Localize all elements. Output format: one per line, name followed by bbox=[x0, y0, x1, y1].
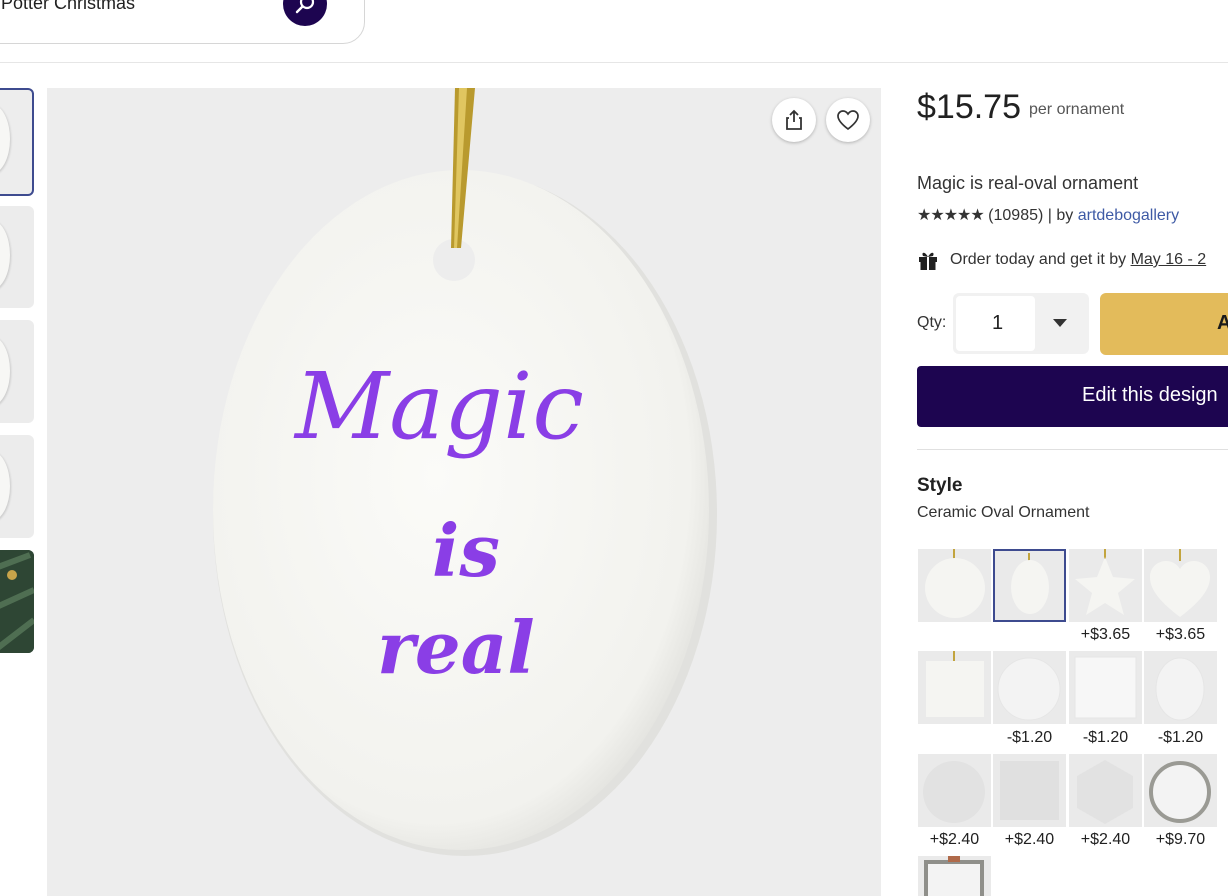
style-option-acrylic-hexagon[interactable] bbox=[1069, 754, 1142, 827]
thumbnail-photo bbox=[0, 550, 34, 653]
rating-row: ★★★★★ (10985) | by artdebogallery bbox=[917, 205, 1179, 225]
square-ornament-thumb bbox=[926, 651, 984, 717]
product-image: Magic is real bbox=[47, 88, 881, 896]
thumbnail-ornament bbox=[0, 336, 10, 406]
heart-icon bbox=[837, 110, 859, 131]
style-price: -$1.20 bbox=[1006, 729, 1053, 746]
style-heading: Style bbox=[917, 475, 963, 496]
thumbnail-3[interactable] bbox=[0, 320, 34, 423]
style-price: -$1.20 bbox=[1157, 729, 1204, 746]
style-option-metal-square[interactable] bbox=[918, 856, 991, 896]
edit-design-label: Edit this design bbox=[1082, 384, 1218, 406]
seller-link[interactable]: artdebogallery bbox=[1078, 207, 1179, 224]
ornament-text-line3: real bbox=[377, 605, 535, 690]
style-price: +$2.40 bbox=[1004, 831, 1055, 848]
gift-icon bbox=[919, 252, 937, 270]
delivery-text: Order today and get it by bbox=[950, 251, 1127, 268]
edit-design-button[interactable]: Edit this design bbox=[917, 366, 1228, 427]
rating-stars[interactable]: ★★★★★ bbox=[917, 207, 985, 224]
oval-ornament-thumb bbox=[1011, 553, 1049, 614]
search-icon bbox=[295, 0, 315, 14]
style-option-heart[interactable] bbox=[1144, 549, 1217, 622]
style-option-glass-oval[interactable] bbox=[1144, 651, 1217, 724]
style-option-oval[interactable] bbox=[993, 549, 1066, 622]
style-price: +$2.40 bbox=[1080, 831, 1131, 848]
glass-circle-thumb bbox=[997, 657, 1061, 721]
share-icon bbox=[786, 109, 802, 130]
search-bar[interactable]: Potter Christmas bbox=[0, 0, 365, 44]
style-option-glass-circle[interactable] bbox=[993, 651, 1066, 724]
style-option-circle[interactable] bbox=[918, 549, 991, 622]
thumbnail-1[interactable] bbox=[0, 88, 34, 196]
by-label: | by bbox=[1047, 207, 1074, 224]
add-to-cart-button[interactable]: Add bbox=[1100, 293, 1228, 355]
ornament-illustration: Magic is real bbox=[213, 88, 717, 856]
favorite-button[interactable] bbox=[826, 98, 870, 142]
style-price: -$1.20 bbox=[1082, 729, 1129, 746]
glass-oval-thumb bbox=[1155, 657, 1205, 721]
style-option-star[interactable] bbox=[1069, 549, 1142, 622]
price-unit: per ornament bbox=[1029, 101, 1125, 118]
circle-ornament-thumb bbox=[925, 549, 985, 618]
header-divider bbox=[0, 62, 1228, 63]
acrylic-circle-thumb bbox=[923, 761, 985, 823]
style-price: +$2.40 bbox=[929, 831, 980, 848]
add-to-cart-label: Add bbox=[1217, 312, 1228, 334]
thumbnail-ornament bbox=[0, 220, 10, 290]
style-price: +$9.70 bbox=[1155, 831, 1206, 848]
ornament-text-line2: is bbox=[432, 508, 500, 593]
share-button[interactable] bbox=[772, 98, 816, 142]
thumbnail-ornament bbox=[0, 104, 10, 174]
delivery-estimate: Order today and get it by May 16 - 2 bbox=[917, 248, 1206, 272]
style-option-acrylic-square[interactable] bbox=[993, 754, 1066, 827]
quantity-select[interactable]: 1 bbox=[953, 293, 1089, 354]
glass-square-thumb bbox=[1074, 656, 1137, 719]
metal-circle-thumb bbox=[1149, 761, 1211, 823]
quantity-value[interactable]: 1 bbox=[956, 296, 1035, 351]
thumbnail-ornament bbox=[0, 451, 10, 521]
style-option-acrylic-circle[interactable] bbox=[918, 754, 991, 827]
style-option-square[interactable] bbox=[918, 651, 991, 724]
search-input[interactable]: Potter Christmas bbox=[1, 0, 135, 14]
product-price: $15.75 bbox=[917, 88, 1021, 126]
style-price: +$3.65 bbox=[1155, 626, 1206, 643]
acrylic-hexagon-thumb bbox=[1077, 760, 1133, 824]
thumbnail-5[interactable] bbox=[0, 550, 34, 653]
thumbnail-2[interactable] bbox=[0, 206, 34, 308]
acrylic-square-thumb bbox=[1000, 761, 1059, 820]
delivery-date[interactable]: May 16 - 2 bbox=[1131, 251, 1207, 269]
heart-ornament-thumb bbox=[1150, 549, 1210, 617]
style-price: +$3.65 bbox=[1080, 626, 1131, 643]
thumbnail-4[interactable] bbox=[0, 435, 34, 538]
style-option-glass-square[interactable] bbox=[1069, 651, 1142, 724]
qty-label: Qty: bbox=[917, 314, 947, 331]
search-button[interactable] bbox=[283, 0, 327, 26]
section-divider bbox=[917, 449, 1228, 450]
star-ornament-thumb bbox=[1075, 549, 1135, 615]
chevron-down-icon[interactable] bbox=[1053, 319, 1067, 327]
metal-square-thumb bbox=[924, 856, 984, 896]
product-title: Magic is real-oval ornament bbox=[917, 173, 1139, 193]
style-selected-name: Ceramic Oval Ornament bbox=[917, 504, 1090, 521]
review-count[interactable]: (10985) bbox=[988, 207, 1043, 224]
ornament-text-line1: Magic bbox=[293, 353, 584, 460]
style-option-metal-circle[interactable] bbox=[1144, 754, 1217, 827]
